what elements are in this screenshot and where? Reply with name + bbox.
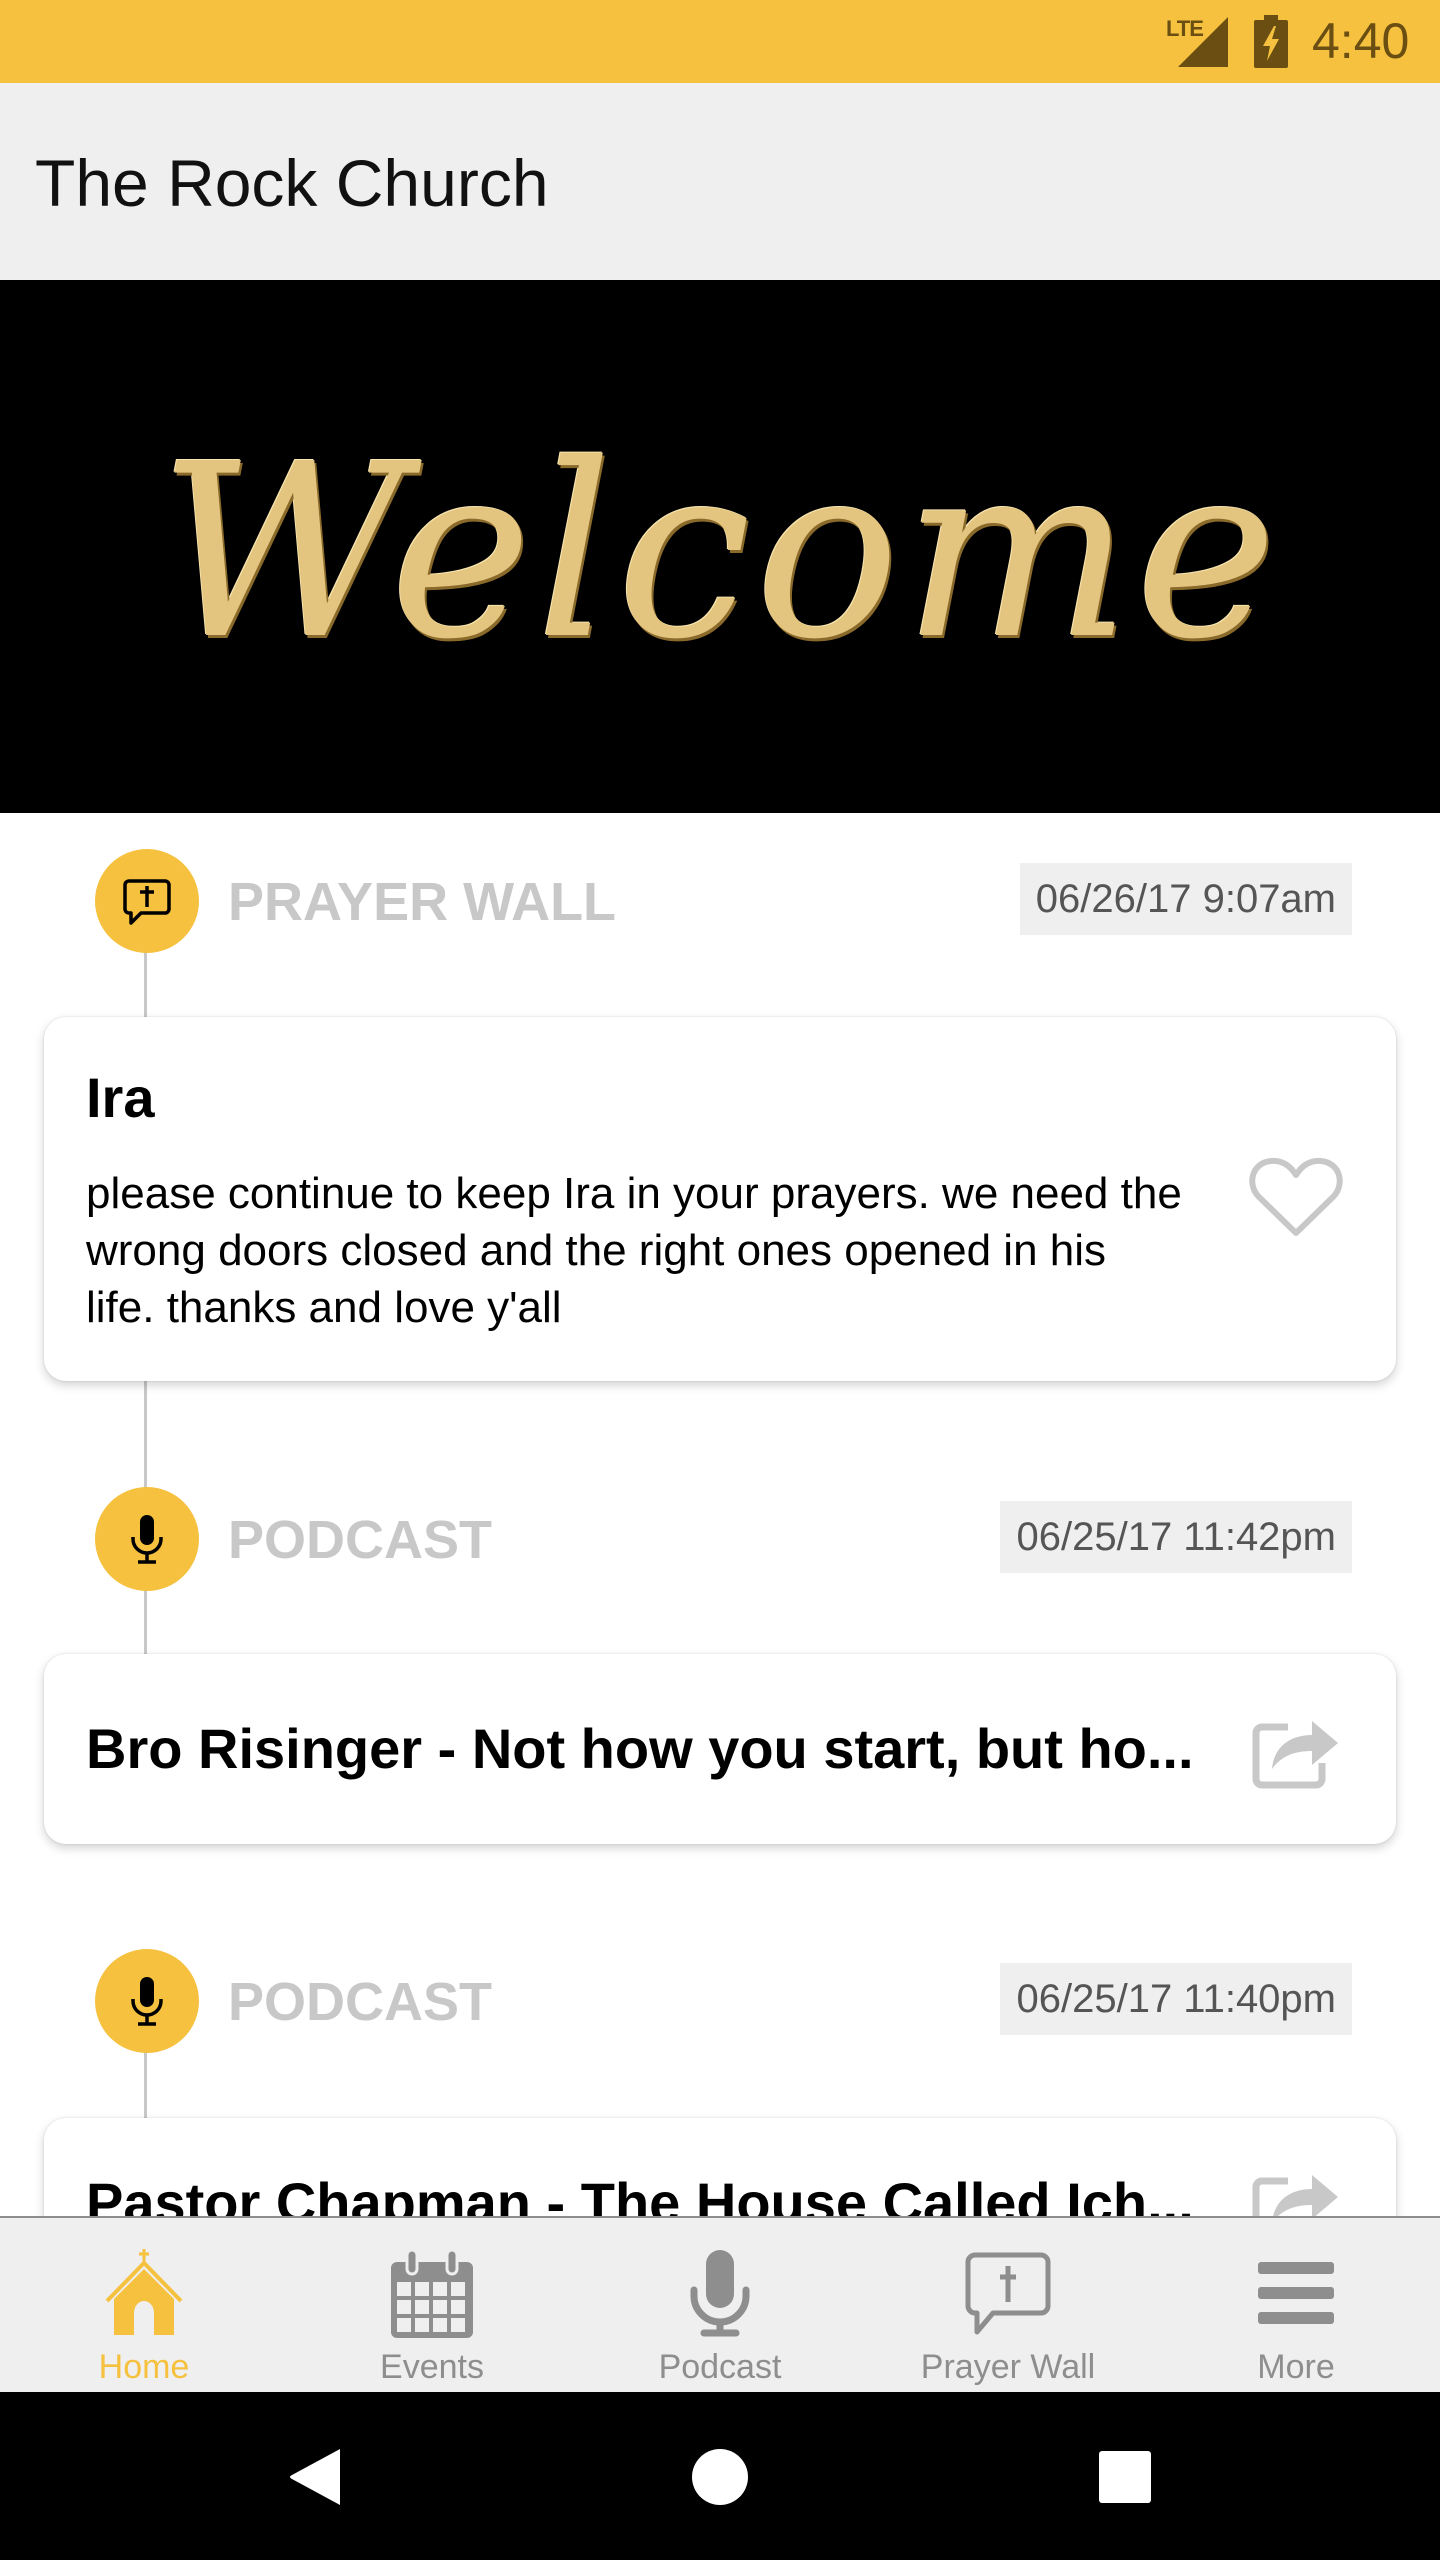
heart-icon [1249, 1157, 1343, 1236]
feed-list[interactable]: PRAYER WALL 06/26/17 9:07am Ira please c… [0, 813, 1440, 2216]
clock: 4:40 [1312, 13, 1410, 69]
type-badge [95, 1487, 199, 1591]
feed-entry-header: PODCAST 06/25/17 11:40pm [0, 1949, 1440, 2053]
home-button[interactable] [685, 2442, 755, 2512]
recents-button[interactable] [1090, 2442, 1160, 2512]
nav-label: Podcast [658, 2348, 782, 2386]
feed-entry-header: PRAYER WALL 06/26/17 9:07am [0, 849, 1440, 953]
share-icon [1252, 1721, 1338, 1789]
like-button[interactable] [1246, 1147, 1346, 1247]
system-navigation-bar [0, 2392, 1440, 2560]
back-icon [290, 2449, 340, 2505]
nav-podcast[interactable]: Podcast [576, 2218, 864, 2392]
bottom-navigation: Home Events Podcast Prayer Wall More [0, 2216, 1440, 2392]
nav-events[interactable]: Events [288, 2218, 576, 2392]
nav-label: Home [98, 2348, 190, 2386]
recents-icon [1099, 2451, 1151, 2503]
timestamp: 06/25/17 11:40pm [1000, 1963, 1352, 2035]
timestamp: 06/26/17 9:07am [1019, 863, 1352, 935]
microphone-icon [131, 1515, 163, 1564]
welcome-banner-text: Welcome [158, 411, 1282, 692]
nav-label: Events [380, 2348, 484, 2386]
podcast-card[interactable]: Bro Risinger - Not how you start, but ho… [44, 1654, 1396, 1844]
prayer-wall-icon [958, 2244, 1058, 2344]
prayer-wall-icon [123, 879, 171, 925]
prayer-author: Ira [86, 1066, 155, 1129]
status-bar: LTE 4:40 [0, 0, 1440, 83]
nav-more[interactable]: More [1152, 2218, 1440, 2392]
back-button[interactable] [280, 2442, 350, 2512]
nav-home[interactable]: Home [0, 2218, 288, 2392]
welcome-banner[interactable]: Welcome [0, 280, 1440, 813]
podcast-title: Pastor Chapman - The House Called Ich... [86, 2171, 1194, 2216]
prayer-text: please continue to keep Ira in your pray… [86, 1169, 1182, 1332]
nav-prayer-wall[interactable]: Prayer Wall [864, 2218, 1152, 2392]
prayer-card[interactable]: Ira please continue to keep Ira in your … [44, 1017, 1396, 1381]
share-button[interactable] [1246, 2153, 1346, 2216]
app-title: The Rock Church [35, 146, 549, 220]
share-button[interactable] [1246, 1699, 1346, 1799]
microphone-icon [131, 1977, 163, 2026]
microphone-icon [670, 2244, 770, 2344]
feed-type-label: PRAYER WALL [228, 872, 617, 932]
share-icon [1252, 2175, 1338, 2216]
calendar-icon [382, 2244, 482, 2344]
nav-label: More [1257, 2348, 1335, 2386]
signal-icon [1178, 17, 1228, 67]
podcast-title: Bro Risinger - Not how you start, but ho… [86, 1717, 1194, 1780]
podcast-card[interactable]: Pastor Chapman - The House Called Ich... [44, 2118, 1396, 2216]
battery-charging-icon [1254, 15, 1288, 68]
feed-type-label: PODCAST [228, 1972, 493, 2032]
type-badge [95, 849, 199, 953]
nav-label: Prayer Wall [920, 2348, 1096, 2386]
app-bar: The Rock Church [0, 83, 1440, 280]
home-circle-icon [692, 2449, 748, 2505]
type-badge [95, 1949, 199, 2053]
feed-entry-header: PODCAST 06/25/17 11:42pm [0, 1487, 1440, 1591]
feed-type-label: PODCAST [228, 1510, 493, 1570]
church-icon [94, 2244, 194, 2344]
timestamp: 06/25/17 11:42pm [1000, 1501, 1352, 1573]
menu-icon [1246, 2244, 1346, 2344]
